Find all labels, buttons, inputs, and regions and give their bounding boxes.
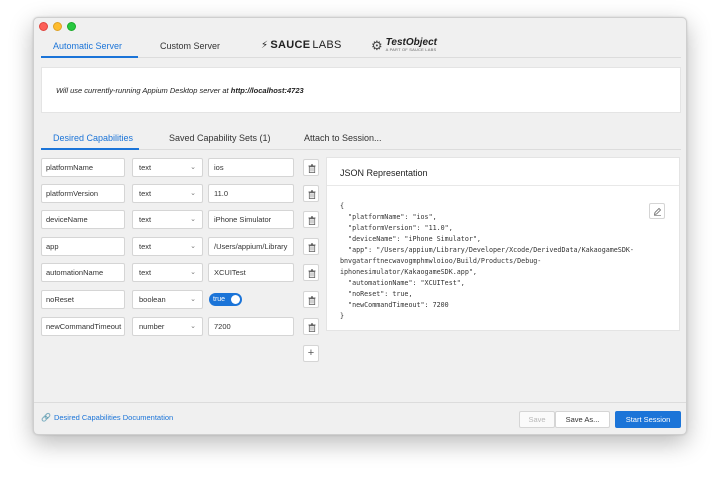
delete-capability-button[interactable] [303,318,319,335]
tab-saved-capability-sets[interactable]: Saved Capability Sets (1) [169,133,271,143]
saucelabs-bolt-icon: ⚡ [261,39,269,51]
tab-saucelabs[interactable]: ⚡ SAUCE LABS [261,39,342,51]
window-controls [39,22,76,31]
toggle-knob [231,295,240,304]
capability-type-value: text [139,189,152,198]
capability-name-input[interactable]: noReset [41,290,125,309]
boolean-toggle[interactable]: true [209,293,242,306]
server-tabs: Automatic Server Custom Server ⚡ SAUCE LA… [41,38,681,58]
capability-row: newCommandTimeout number ⌄ 7200 [41,317,319,336]
chevron-down-icon: ⌄ [190,216,196,223]
capability-value-input[interactable]: /Users/appium/Library [208,237,294,256]
delete-capability-button[interactable] [303,211,319,228]
capability-value-input[interactable]: 7200 [208,317,294,336]
capability-type-select[interactable]: boolean ⌄ [132,290,203,309]
active-cap-tab-indicator [41,148,139,150]
tab-custom-server[interactable]: Custom Server [160,41,220,51]
testobject-gear-icon: ⚙ [371,37,383,53]
capability-type-value: boolean [139,295,166,304]
json-panel-divider [327,185,679,186]
server-info-box: Will use currently-running Appium Deskto… [41,67,681,113]
toggle-label: true [213,296,226,303]
capability-type-select[interactable]: number ⌄ [132,317,203,336]
desired-capabilities-doc-link[interactable]: 🔗 Desired Capabilities Documentation [41,413,173,422]
delete-capability-button[interactable] [303,264,319,281]
capability-row: platformVersion text ⌄ 11.0 [41,184,319,203]
capability-type-select[interactable]: text ⌄ [132,210,203,229]
capability-type-value: text [139,268,152,277]
start-session-button[interactable]: Start Session [615,411,681,428]
minimize-window-button[interactable] [53,22,62,31]
capability-type-select[interactable]: text ⌄ [132,263,203,282]
trash-icon [308,189,315,199]
save-as-button[interactable]: Save As... [555,411,610,428]
trash-icon [308,268,315,278]
json-representation-panel: JSON Representation { "platformName": "i… [326,157,680,331]
json-code: { "platformName": "ios", "platformVersio… [340,202,634,320]
chevron-down-icon: ⌄ [190,296,196,303]
capability-type-value: text [139,163,152,172]
capability-row: automationName text ⌄ XCUITest [41,263,319,282]
capability-name-input[interactable]: platformVersion [41,184,125,203]
trash-icon [308,322,315,332]
trash-icon [308,295,315,305]
capability-type-select[interactable]: text ⌄ [132,184,203,203]
capability-name-input[interactable]: platformName [41,158,125,177]
plus-icon: + [307,347,315,359]
capability-value-field: true [208,290,294,309]
tab-testobject[interactable]: ⚙ TestObject A PART OF SAUCE LABS [371,38,437,52]
close-window-button[interactable] [39,22,48,31]
capability-value-input[interactable]: 11.0 [208,184,294,203]
capability-type-value: text [139,242,152,251]
capability-type-value: number [139,322,165,331]
capability-type-select[interactable]: text ⌄ [132,237,203,256]
appium-window: Automatic Server Custom Server ⚡ SAUCE LA… [33,17,687,435]
capability-row: app text ⌄ /Users/appium/Library [41,237,319,256]
active-tab-indicator [41,56,138,58]
capability-value-input[interactable]: iPhone Simulator [208,210,294,229]
saucelabs-logo-light: LABS [312,39,342,51]
delete-capability-button[interactable] [303,238,319,255]
add-capability-button[interactable]: + [303,345,319,362]
chevron-down-icon: ⌄ [190,269,196,276]
save-button[interactable]: Save [519,411,555,428]
server-url: http://localhost:4723 [230,86,304,95]
chevron-down-icon: ⌄ [190,190,196,197]
chevron-down-icon: ⌄ [190,164,196,171]
pencil-icon [653,207,662,216]
tab-automatic-server[interactable]: Automatic Server [53,41,122,51]
capability-name-input[interactable]: newCommandTimeout [41,317,125,336]
server-info-prefix: Will use currently-running Appium Deskto… [56,86,231,95]
json-panel-title: JSON Representation [340,168,428,178]
tab-attach-to-session[interactable]: Attach to Session... [304,133,382,143]
chevron-down-icon: ⌄ [190,243,196,250]
capability-type-select[interactable]: text ⌄ [132,158,203,177]
chevron-down-icon: ⌄ [190,323,196,330]
doc-link-label: Desired Capabilities Documentation [53,413,174,422]
capability-row: platformName text ⌄ ios [41,158,319,177]
capability-row: deviceName text ⌄ iPhone Simulator [41,210,319,229]
trash-icon [308,215,315,225]
capability-name-input[interactable]: deviceName [41,210,125,229]
edit-json-button[interactable] [649,203,665,219]
footer-divider [34,402,686,403]
capability-name-input[interactable]: app [41,237,125,256]
trash-icon [308,163,315,173]
delete-capability-button[interactable] [303,291,319,308]
delete-capability-button[interactable] [303,159,319,176]
server-info-text: Will use currently-running Appium Deskto… [56,86,304,95]
capability-value-input[interactable]: ios [208,158,294,177]
maximize-window-button[interactable] [67,22,76,31]
delete-capability-button[interactable] [303,185,319,202]
link-icon: 🔗 [41,413,51,422]
capability-type-value: text [139,215,152,224]
tab-desired-capabilities[interactable]: Desired Capabilities [53,133,133,143]
trash-icon [308,242,315,252]
capability-value-input[interactable]: XCUITest [208,263,294,282]
testobject-logo-sub: A PART OF SAUCE LABS [385,47,437,52]
capability-name-input[interactable]: automationName [41,263,125,282]
capability-tabs: Desired Capabilities Saved Capability Se… [41,130,681,150]
capability-row: noReset boolean ⌄ true [41,290,319,309]
saucelabs-logo-bold: SAUCE [270,39,311,51]
